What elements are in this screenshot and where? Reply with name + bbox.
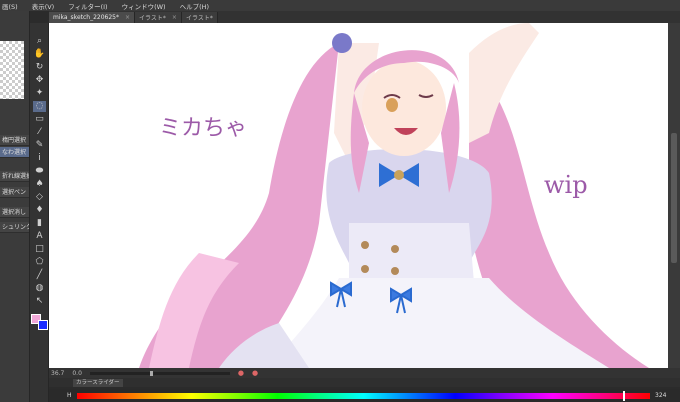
balloon-icon[interactable]: ◍ <box>33 283 46 294</box>
close-icon[interactable]: × <box>125 14 130 21</box>
hue-label: H <box>67 392 72 399</box>
hue-value[interactable]: 324 <box>655 392 666 399</box>
text-icon[interactable]: A <box>33 231 46 242</box>
hue-slider[interactable] <box>77 393 650 399</box>
color-slider-tab[interactable]: カラースライダー <box>73 378 123 387</box>
tool-strip: ⌕ ✋ ↻ ✥ ✦ ◌ ▭ ⁄ ✎ ⅰ ⬬ ♠ ◇ ♦ ▮ A □ ⬠ ╱ ◍ … <box>30 23 49 402</box>
tab-illust-1[interactable]: イラスト* × <box>135 12 182 23</box>
subtool-polyline-select[interactable]: 折れ線選択 <box>0 171 29 182</box>
subtool-selection-pen[interactable]: 選択ペン <box>0 187 29 198</box>
menu-item-window[interactable]: ウィンドウ(W) <box>122 1 166 11</box>
eyedropper-icon[interactable]: ⁄ <box>33 127 46 138</box>
sub-color-swatch[interactable] <box>38 320 48 330</box>
subtool-shrink-select[interactable]: シュリンク選択 <box>0 222 29 233</box>
pen-icon[interactable]: ✎ <box>33 140 46 151</box>
rotate-icon[interactable]: ↻ <box>33 62 46 73</box>
angle-value[interactable]: 0.0 <box>72 370 82 377</box>
close-icon[interactable]: × <box>172 14 177 21</box>
magic-wand-icon[interactable]: ✦ <box>33 88 46 99</box>
tab-label: イラスト* <box>185 15 213 22</box>
gradient-icon[interactable]: ▮ <box>33 218 46 229</box>
hue-slider-row: H 324 <box>49 389 680 402</box>
menu-item-help[interactable]: ヘルプ(H) <box>180 1 209 11</box>
navigator-thumbnail[interactable] <box>0 41 24 99</box>
tab-label: mika_sketch_220625* <box>53 14 119 21</box>
zoom-slider[interactable] <box>89 370 230 376</box>
hand-icon[interactable]: ✋ <box>33 49 46 60</box>
subtool-ellipse-select[interactable]: 楕円選択 <box>0 135 29 146</box>
drawing-canvas[interactable]: ミカちゃ wip <box>49 23 668 368</box>
ruler-icon[interactable]: ╱ <box>33 270 46 281</box>
airbrush-icon[interactable]: ⬬ <box>33 166 46 177</box>
color-panel-header: カラースライダー <box>49 378 680 387</box>
tab-illust-2[interactable]: イラスト* <box>181 12 218 23</box>
figure-icon[interactable]: □ <box>33 244 46 255</box>
artwork-illustration: ミカちゃ wip <box>139 23 649 368</box>
status-bar: 36.7 0.0 ● ● <box>49 368 680 378</box>
canvas-area[interactable]: ミカちゃ wip <box>49 23 668 368</box>
blend-icon[interactable]: ♠ <box>33 179 46 190</box>
frame-icon[interactable]: ⬠ <box>33 257 46 268</box>
vertical-scrollbar[interactable] <box>668 23 680 368</box>
left-panel: 楕円選択 なわ選択 折れ線選択 選択ペン 選択消し シュリンク選択 <box>0 11 30 402</box>
eraser-icon[interactable]: ◇ <box>33 192 46 203</box>
flip-icon[interactable]: ● <box>252 369 258 377</box>
document-tab-bar: mika_sketch_220625* × イラスト* × イラスト* <box>49 11 680 23</box>
zoom-value[interactable]: 36.7 <box>51 370 64 377</box>
scrollbar-thumb[interactable] <box>671 133 677 263</box>
correct-line-icon[interactable]: ↖ <box>33 296 46 307</box>
canvas-text-mika: ミカちゃ <box>159 116 247 141</box>
lasso-icon[interactable]: ◌ <box>33 101 46 112</box>
menu-item-filter[interactable]: フィルター(I) <box>68 1 107 11</box>
marquee-icon[interactable]: ▭ <box>33 114 46 125</box>
tab-label: イラスト* <box>139 15 166 22</box>
fill-icon[interactable]: ♦ <box>33 205 46 216</box>
subtool-lasso-select[interactable]: なわ選択 <box>0 147 29 158</box>
menu-item-layer[interactable]: 画(S) <box>2 1 18 11</box>
menu-bar: 画(S) 表示(V) フィルター(I) ウィンドウ(W) ヘルプ(H) <box>0 0 680 11</box>
menu-item-view[interactable]: 表示(V) <box>32 1 55 11</box>
zoom-icon[interactable]: ⌕ <box>33 36 46 47</box>
brush-icon[interactable]: ⅰ <box>33 153 46 164</box>
reset-icon[interactable]: ● <box>238 369 244 377</box>
canvas-text-wip: wip <box>544 171 588 199</box>
subtool-selection-eraser[interactable]: 選択消し <box>0 207 29 218</box>
move-icon[interactable]: ✥ <box>33 75 46 86</box>
tab-mika-sketch[interactable]: mika_sketch_220625* × <box>49 12 136 23</box>
hue-slider-handle[interactable] <box>623 391 625 401</box>
